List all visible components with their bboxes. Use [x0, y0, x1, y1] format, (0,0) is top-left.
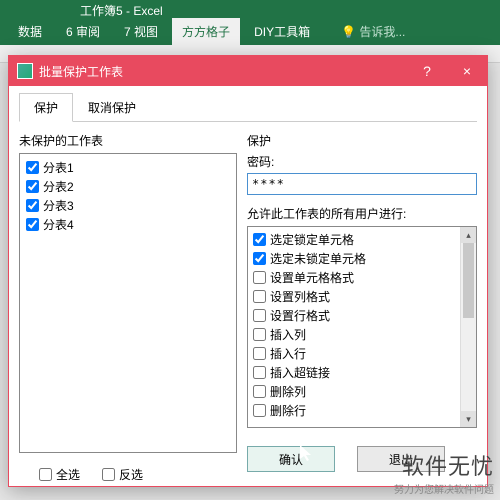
- permission-checkbox[interactable]: [253, 309, 266, 322]
- ribbon-tabs: 数据 6 审阅 7 视图 方方格子 DIY工具箱 💡 告诉我...: [8, 17, 410, 45]
- tab-protect[interactable]: 保护: [19, 93, 73, 122]
- permission-item[interactable]: 删除行: [251, 401, 473, 420]
- permission-label: 选定未锁定单元格: [270, 250, 366, 267]
- ribbon-tab-data[interactable]: 数据: [8, 18, 52, 45]
- sheet-item[interactable]: 分表1: [24, 158, 232, 177]
- ribbon-tab-review[interactable]: 6 审阅: [56, 18, 110, 45]
- scrollbar[interactable]: ▴ ▾: [460, 227, 476, 427]
- permission-checkbox[interactable]: [253, 271, 266, 284]
- permission-item[interactable]: 选定未锁定单元格: [251, 249, 473, 268]
- cancel-button[interactable]: 退出: [357, 446, 445, 472]
- ok-button[interactable]: 确认: [247, 446, 335, 472]
- permission-item[interactable]: 插入超链接: [251, 363, 473, 382]
- ribbon-tab-view[interactable]: 7 视图: [114, 18, 168, 45]
- sheet-item[interactable]: 分表2: [24, 177, 232, 196]
- permission-label: 插入列: [270, 326, 306, 343]
- permission-checkbox[interactable]: [253, 233, 266, 246]
- sheet-label: 分表4: [43, 216, 74, 233]
- invert-checkbox[interactable]: [102, 468, 115, 481]
- permission-item[interactable]: 设置列格式: [251, 287, 473, 306]
- permission-checkbox[interactable]: [253, 252, 266, 265]
- invert-label: 反选: [119, 466, 143, 483]
- permission-checkbox[interactable]: [253, 404, 266, 417]
- password-label: 密码:: [247, 153, 477, 170]
- permission-label: 插入行: [270, 345, 306, 362]
- permission-label: 删除列: [270, 383, 306, 400]
- tell-me-label: 告诉我...: [359, 25, 405, 39]
- sheet-checkbox[interactable]: [26, 180, 39, 193]
- scroll-up-button[interactable]: ▴: [461, 227, 476, 243]
- sheet-label: 分表2: [43, 178, 74, 195]
- invert-control[interactable]: 反选: [100, 465, 145, 484]
- left-panel: 未保护的工作表 分表1 分表2 分表3 分表4 全选 反选: [19, 132, 237, 484]
- permissions-listbox[interactable]: 选定锁定单元格 选定未锁定单元格 设置单元格格式 设置列格式 设置行格式 插入列…: [247, 226, 477, 428]
- dialog-title: 批量保护工作表: [39, 63, 407, 80]
- scroll-down-button[interactable]: ▾: [461, 411, 476, 427]
- permission-checkbox[interactable]: [253, 347, 266, 360]
- select-all-checkbox[interactable]: [39, 468, 52, 481]
- dialog-titlebar[interactable]: 批量保护工作表 ? ×: [9, 56, 487, 86]
- protect-group-label: 保护: [247, 132, 477, 149]
- permission-item[interactable]: 设置行格式: [251, 306, 473, 325]
- permission-label: 选定锁定单元格: [270, 231, 354, 248]
- batch-protect-dialog: 批量保护工作表 ? × 保护 取消保护 未保护的工作表 分表1 分表2 分表3 …: [8, 55, 488, 487]
- permission-checkbox[interactable]: [253, 366, 266, 379]
- tab-unprotect[interactable]: 取消保护: [73, 93, 151, 122]
- selection-controls: 全选 反选: [19, 465, 237, 484]
- help-button[interactable]: ?: [407, 56, 447, 86]
- sheet-item[interactable]: 分表3: [24, 196, 232, 215]
- dialog-buttons: 确认 退出: [247, 446, 477, 472]
- scroll-thumb[interactable]: [463, 243, 474, 318]
- close-button[interactable]: ×: [447, 56, 487, 86]
- dialog-main-area: 未保护的工作表 分表1 分表2 分表3 分表4 全选 反选 保护 密码: 允许此…: [19, 132, 477, 484]
- permissions-label: 允许此工作表的所有用户进行:: [247, 205, 477, 222]
- right-panel: 保护 密码: 允许此工作表的所有用户进行: 选定锁定单元格 选定未锁定单元格 设…: [247, 132, 477, 484]
- sheet-checkbox[interactable]: [26, 218, 39, 231]
- permission-label: 删除行: [270, 402, 306, 419]
- unprotected-sheets-label: 未保护的工作表: [19, 132, 237, 149]
- permission-item[interactable]: 选定锁定单元格: [251, 230, 473, 249]
- scroll-track[interactable]: [461, 243, 476, 411]
- permission-label: 插入超链接: [270, 364, 330, 381]
- sheet-checkbox[interactable]: [26, 161, 39, 174]
- permission-item[interactable]: 设置单元格格式: [251, 268, 473, 287]
- permission-item[interactable]: 插入行: [251, 344, 473, 363]
- dialog-tab-strip: 保护 取消保护: [19, 92, 477, 122]
- permission-item[interactable]: 删除列: [251, 382, 473, 401]
- document-title: 工作簿5 - Excel: [80, 2, 163, 19]
- select-all-label: 全选: [56, 466, 80, 483]
- permission-label: 设置单元格格式: [270, 269, 354, 286]
- select-all-control[interactable]: 全选: [37, 465, 82, 484]
- permission-checkbox[interactable]: [253, 385, 266, 398]
- permission-label: 设置列格式: [270, 288, 330, 305]
- permission-checkbox[interactable]: [253, 290, 266, 303]
- bulb-icon: 💡: [341, 25, 356, 39]
- permission-checkbox[interactable]: [253, 328, 266, 341]
- ribbon-bar: 工作簿5 - Excel 数据 6 审阅 7 视图 方方格子 DIY工具箱 💡 …: [0, 0, 500, 45]
- sheet-checkbox[interactable]: [26, 199, 39, 212]
- app-icon: [17, 63, 33, 79]
- sheet-listbox[interactable]: 分表1 分表2 分表3 分表4: [19, 153, 237, 453]
- password-input[interactable]: [247, 173, 477, 195]
- sheet-label: 分表3: [43, 197, 74, 214]
- tell-me-search[interactable]: 💡 告诉我...: [336, 18, 410, 45]
- permission-label: 设置行格式: [270, 307, 330, 324]
- ribbon-tab-ffgz[interactable]: 方方格子: [172, 18, 240, 45]
- sheet-item[interactable]: 分表4: [24, 215, 232, 234]
- ribbon-tab-diy[interactable]: DIY工具箱: [244, 18, 320, 45]
- sheet-label: 分表1: [43, 159, 74, 176]
- permission-item[interactable]: 插入列: [251, 325, 473, 344]
- dialog-body: 保护 取消保护 未保护的工作表 分表1 分表2 分表3 分表4 全选 反选 保护…: [9, 86, 487, 490]
